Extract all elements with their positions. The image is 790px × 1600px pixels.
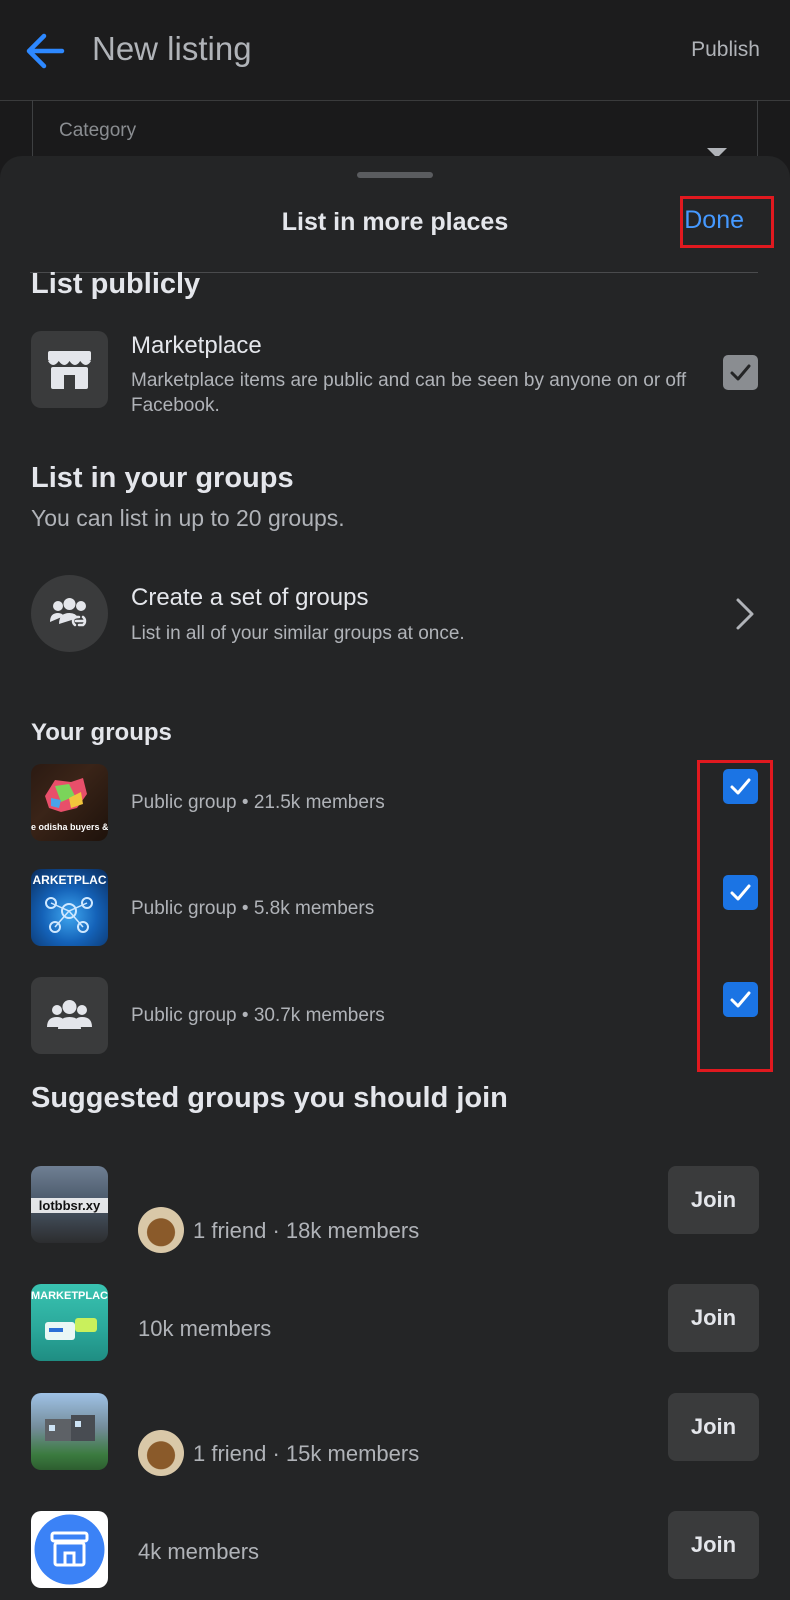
group-link-icon bbox=[31, 575, 108, 652]
page-title: New listing bbox=[92, 30, 252, 67]
group-meta: Public group • 21.5k members bbox=[131, 792, 385, 813]
group-meta: 1 friend · 18k members bbox=[193, 1218, 420, 1243]
create-set-description: List in all of your similar groups at on… bbox=[131, 623, 465, 644]
group-meta: 10k members bbox=[138, 1316, 272, 1341]
marketplace-checkbox[interactable] bbox=[723, 355, 758, 390]
done-highlight-box bbox=[680, 196, 774, 248]
group-meta: Public group • 5.8k members bbox=[131, 898, 375, 919]
join-button[interactable]: Join bbox=[668, 1284, 759, 1352]
list-in-more-places-sheet: List in more places Done List publicly M… bbox=[0, 156, 790, 1600]
group-image bbox=[31, 1511, 108, 1588]
marketplace-description: Marketplace items are public and can be … bbox=[131, 370, 687, 416]
create-set-title: Create a set of groups bbox=[131, 584, 369, 611]
list-publicly-heading: List publicly bbox=[31, 268, 201, 300]
group-meta: Public group • 30.7k members bbox=[131, 1005, 385, 1026]
category-label: Category bbox=[59, 120, 137, 141]
group-image: e odisha buyers & sellers bbox=[31, 764, 108, 841]
top-app-bar: New listing Publish bbox=[0, 0, 790, 101]
group-meta: 4k members bbox=[138, 1539, 260, 1564]
back-arrow-icon[interactable] bbox=[22, 28, 68, 74]
friend-avatar bbox=[138, 1207, 184, 1253]
checkboxes-highlight-box bbox=[697, 760, 773, 1072]
group-image: lotbbsr.xy bbox=[31, 1166, 108, 1243]
friend-avatar bbox=[138, 1430, 184, 1476]
check-icon bbox=[730, 364, 751, 381]
sheet-drag-handle[interactable] bbox=[357, 172, 433, 178]
group-people-icon bbox=[31, 977, 108, 1054]
group-image: MARKETPLAC bbox=[31, 1284, 108, 1361]
group-image: ARKETPLAC bbox=[31, 869, 108, 946]
group-image-caption: e odisha buyers & sellers bbox=[31, 822, 108, 832]
sheet-title: List in more places bbox=[281, 208, 509, 236]
your-groups-heading: Your groups bbox=[31, 719, 172, 746]
join-button[interactable]: Join bbox=[668, 1393, 759, 1461]
publish-button[interactable]: Publish bbox=[691, 38, 760, 62]
suggested-groups-heading: Suggested groups you should join bbox=[31, 1082, 508, 1114]
group-image-caption: lotbbsr.xy bbox=[31, 1198, 108, 1213]
join-button[interactable]: Join bbox=[668, 1166, 759, 1234]
group-image bbox=[31, 1393, 108, 1470]
marketplace-icon bbox=[31, 331, 108, 408]
marketplace-title: Marketplace bbox=[131, 332, 262, 359]
list-in-groups-heading: List in your groups bbox=[31, 462, 294, 494]
groups-limit-text: You can list in up to 20 groups. bbox=[31, 505, 345, 531]
group-meta: 1 friend · 15k members bbox=[193, 1441, 420, 1466]
join-button[interactable]: Join bbox=[668, 1511, 759, 1579]
chevron-right-icon bbox=[736, 598, 754, 630]
